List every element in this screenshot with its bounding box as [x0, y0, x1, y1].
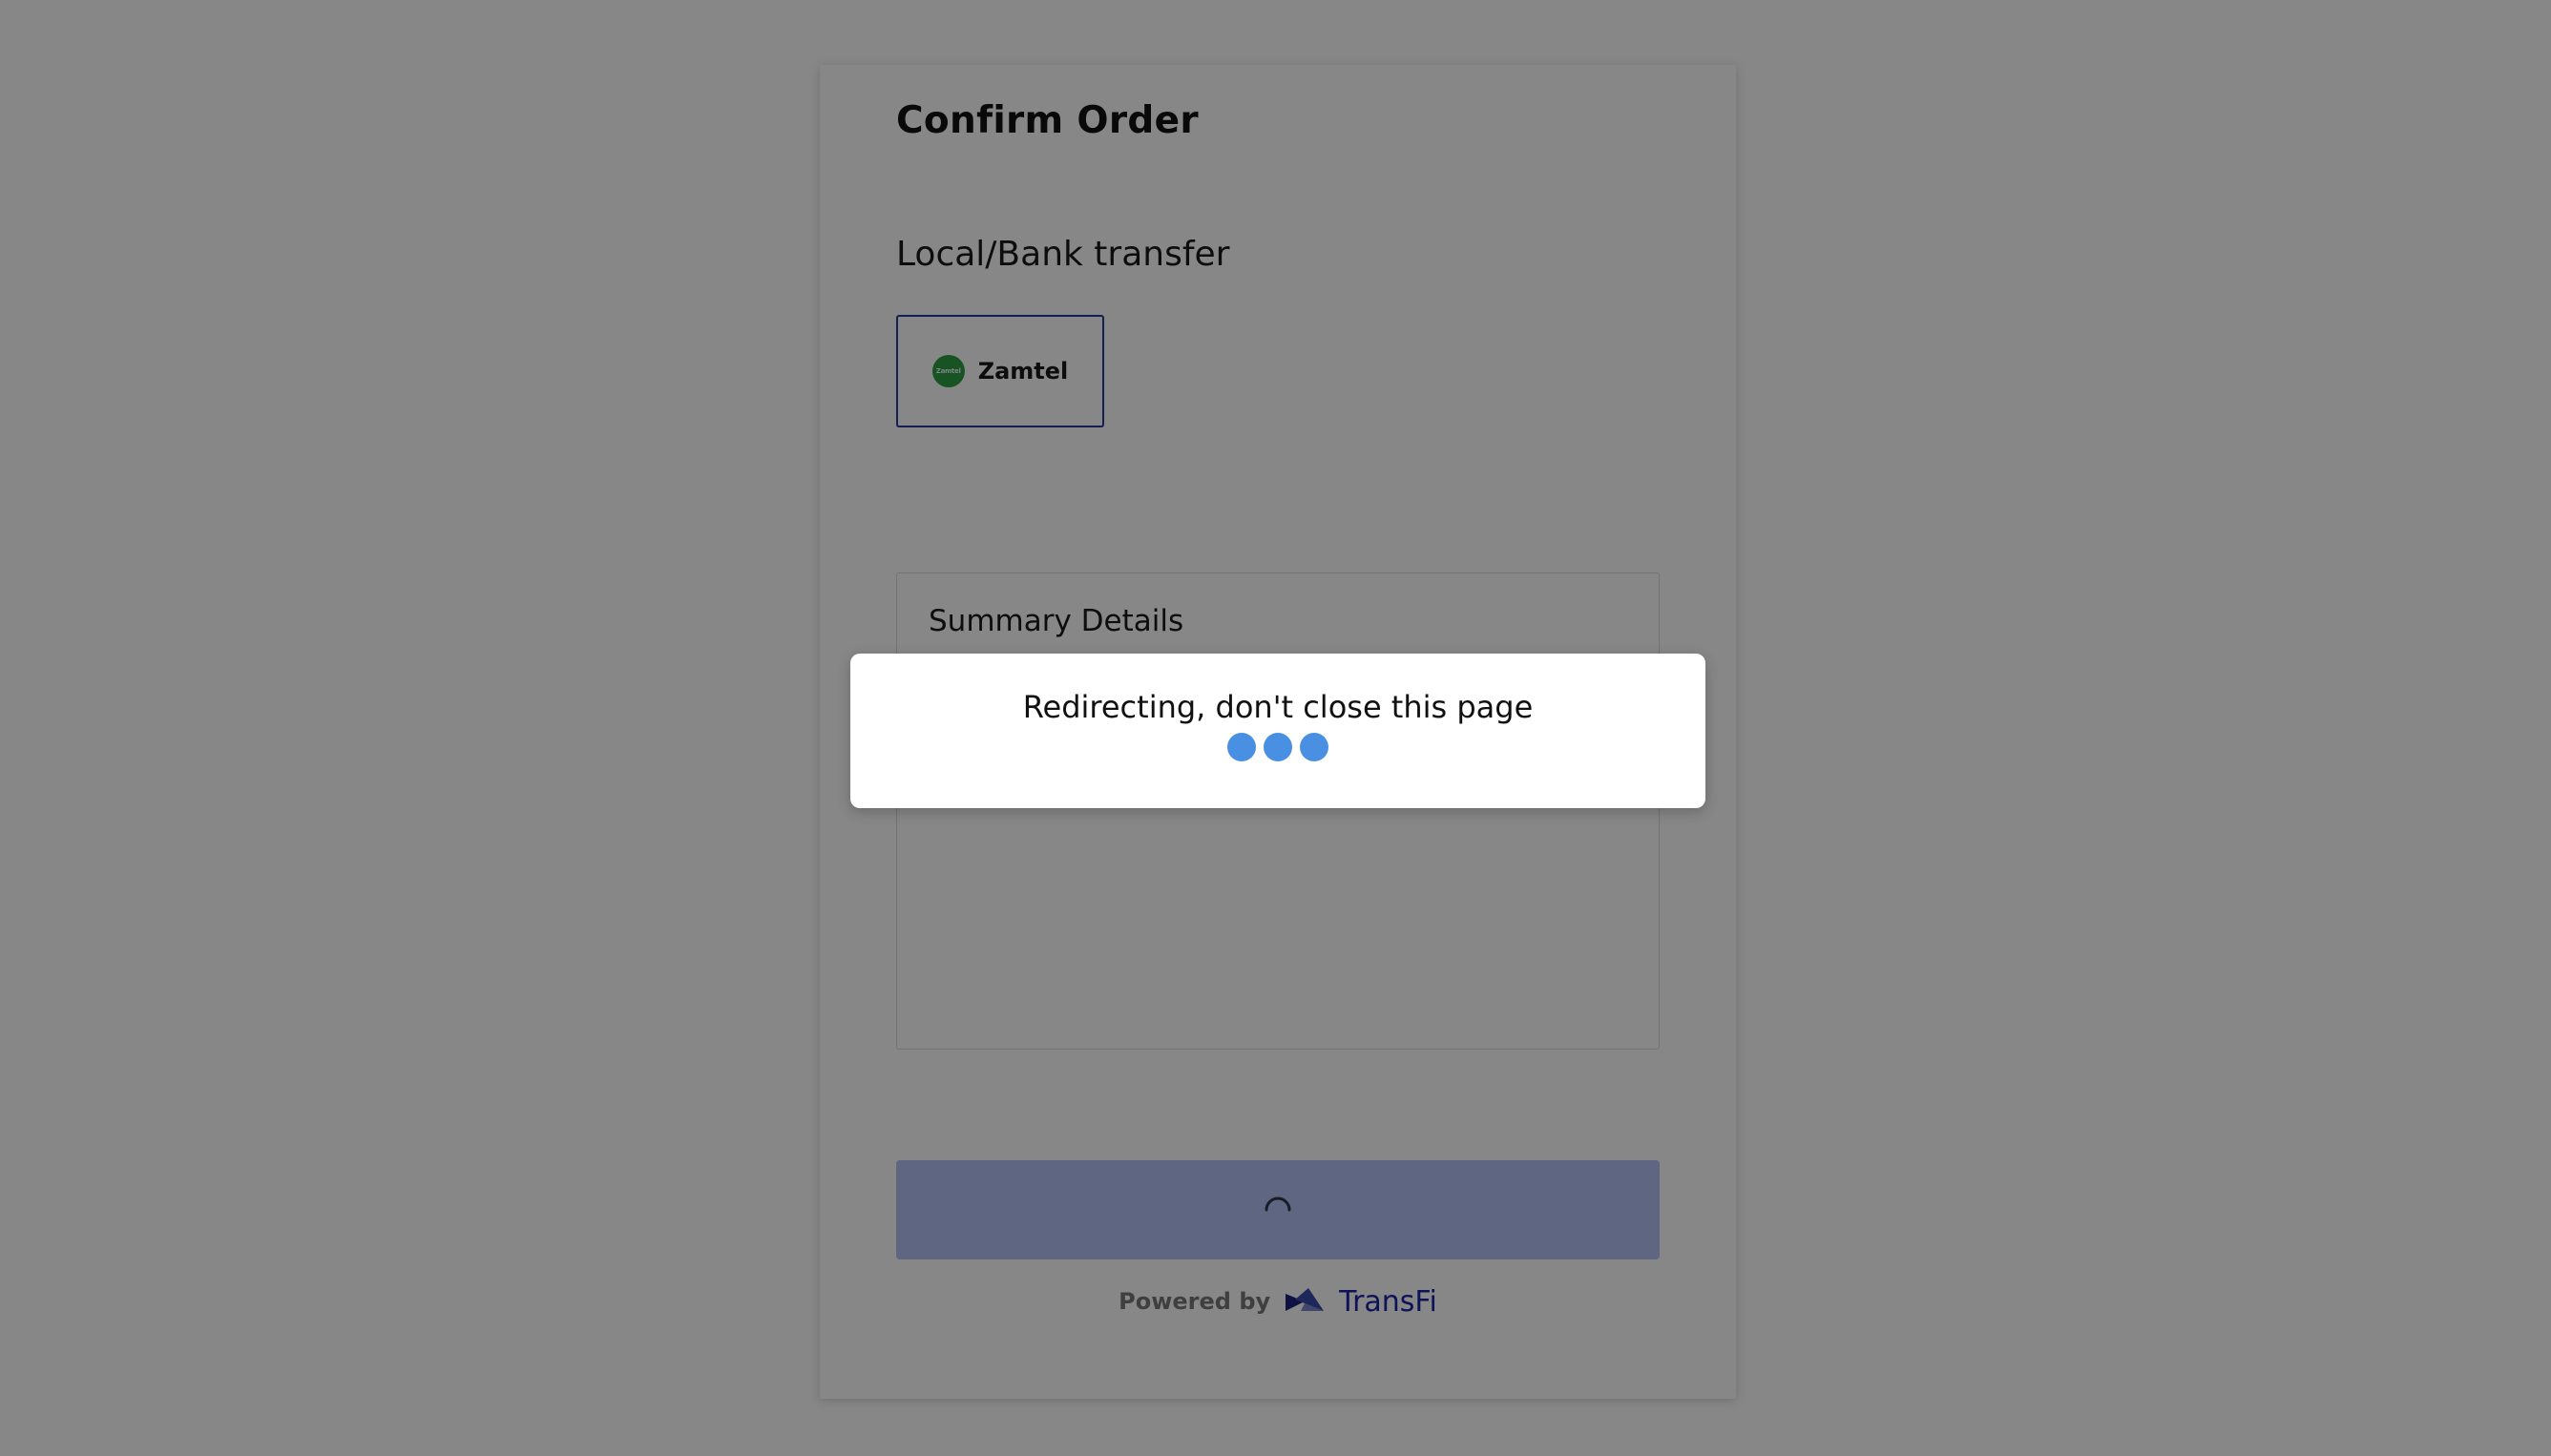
loading-dot	[1300, 733, 1328, 761]
loading-dot	[1264, 733, 1292, 761]
loading-dots-icon	[850, 733, 1705, 761]
redirect-message: Redirecting, don't close this page	[1022, 689, 1534, 725]
redirect-modal: Redirecting, don't close this page	[850, 654, 1705, 808]
loading-dot	[1227, 733, 1256, 761]
